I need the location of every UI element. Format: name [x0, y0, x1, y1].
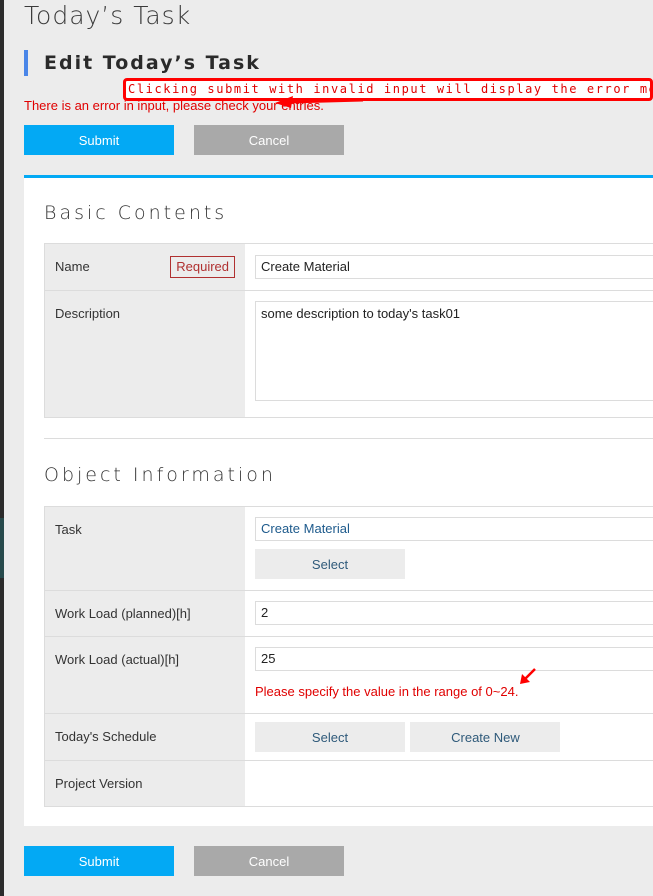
left-edge-highlight: [0, 518, 4, 578]
annotation-callout: Clicking submit with invalid input will …: [123, 78, 653, 101]
edit-form-panel: Basic Contents Name Required Create Mate…: [24, 175, 653, 826]
schedule-value-cell: Select Create New: [245, 714, 653, 760]
description-textarea[interactable]: some description to today's task01: [255, 301, 653, 401]
basic-contents-title: Basic Contents: [44, 202, 228, 224]
project-version-label-cell: Project Version: [45, 761, 245, 806]
basic-contents-table: Name Required Create Material Descriptio…: [44, 243, 653, 418]
submit-button-top[interactable]: Submit: [24, 125, 174, 155]
actual-error-message: Please specify the value in the range of…: [255, 684, 519, 699]
task-value-cell: Create Material Select: [245, 507, 653, 590]
schedule-label: Today's Schedule: [55, 729, 157, 744]
name-label: Name: [55, 259, 90, 274]
schedule-create-new-button[interactable]: Create New: [410, 722, 561, 752]
task-input[interactable]: Create Material: [255, 517, 653, 541]
required-badge: Required: [170, 256, 235, 278]
planned-value-cell: 2: [245, 591, 653, 636]
object-information-title: Object Information: [44, 464, 276, 486]
project-version-row: Project Version: [45, 761, 653, 807]
schedule-select-button[interactable]: Select: [255, 722, 405, 752]
description-row: Description some description to today's …: [45, 291, 653, 418]
page-title: Today’s Task: [24, 1, 192, 30]
description-label: Description: [55, 306, 121, 321]
schedule-label-cell: Today's Schedule: [45, 714, 245, 760]
heading-accent-bar: [24, 50, 28, 76]
task-label: Task: [55, 522, 82, 537]
description-label-cell: Description: [45, 291, 245, 417]
name-input[interactable]: Create Material: [255, 255, 653, 279]
section-divider: [44, 438, 653, 439]
cancel-button-top[interactable]: Cancel: [194, 125, 344, 155]
object-information-table: Task Create Material Select Work Load (p…: [44, 506, 653, 807]
name-value-cell: Create Material: [245, 244, 653, 290]
annotation-arrow-icon: [275, 96, 364, 108]
actual-label: Work Load (actual)[h]: [55, 652, 180, 667]
left-edge-strip: [0, 0, 4, 896]
cancel-button-bottom[interactable]: Cancel: [194, 846, 344, 876]
name-row: Name Required Create Material: [45, 244, 653, 291]
planned-row: Work Load (planned)[h] 2: [45, 591, 653, 637]
actual-input[interactable]: 25: [255, 647, 653, 671]
task-label-cell: Task: [45, 507, 245, 590]
name-label-cell: Name Required: [45, 244, 245, 290]
planned-label: Work Load (planned)[h]: [55, 606, 191, 621]
section-heading: Edit Today’s Task: [24, 50, 261, 76]
project-version-value-cell: [245, 761, 653, 806]
planned-label-cell: Work Load (planned)[h]: [45, 591, 245, 636]
project-version-label: Project Version: [55, 776, 143, 791]
section-heading-text: Edit Today’s Task: [44, 52, 261, 74]
error-arrow-icon: [520, 668, 536, 684]
submit-button-bottom[interactable]: Submit: [24, 846, 174, 876]
task-select-button[interactable]: Select: [255, 549, 405, 579]
actual-value-cell: 25 Please specify the value in the range…: [245, 637, 653, 713]
task-row: Task Create Material Select: [45, 507, 653, 591]
planned-input[interactable]: 2: [255, 601, 653, 625]
description-value-cell: some description to today's task01: [245, 291, 653, 417]
schedule-row: Today's Schedule Select Create New: [45, 714, 653, 761]
actual-row: Work Load (actual)[h] 25 Please specify …: [45, 637, 653, 714]
actual-label-cell: Work Load (actual)[h]: [45, 637, 245, 713]
